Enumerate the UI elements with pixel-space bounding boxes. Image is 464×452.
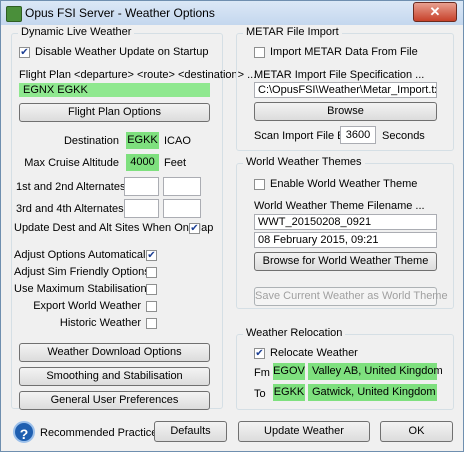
destination-label: Destination	[63, 135, 119, 147]
weather-relocation-title: Weather Relocation	[243, 327, 346, 339]
metar-file-import-group: METAR File Import Import METAR Data From…	[236, 26, 454, 151]
disable-update-label: Disable Weather Update on Startup	[35, 46, 209, 58]
theme-date-field: 08 February 2015, 09:21	[254, 232, 437, 248]
relocate-to-name: Gatwick, United Kingdom	[308, 384, 437, 401]
relocate-from-label: Fm	[254, 367, 270, 379]
alternate-2-input[interactable]	[163, 177, 201, 196]
relocate-from-name: Valley AB, United Kingdom	[308, 363, 443, 380]
smoothing-stabilisation-button[interactable]: Smoothing and Stabilisation	[19, 367, 210, 386]
max-cruise-label: Max Cruise Altitude	[24, 157, 119, 169]
ok-button[interactable]: OK	[380, 421, 453, 442]
alternate-4-input[interactable]	[163, 199, 201, 218]
max-cruise-unit: Feet	[164, 157, 187, 169]
enable-theme-label: Enable World Weather Theme	[270, 178, 418, 190]
metar-browse-button[interactable]: Browse	[254, 102, 437, 121]
weather-download-options-button[interactable]: Weather Download Options	[19, 343, 210, 362]
max-stabilisation-checkbox[interactable]	[146, 284, 157, 295]
theme-filename-input[interactable]: WWT_20150208_0921	[254, 214, 437, 230]
scan-interval-unit: Seconds	[382, 130, 425, 142]
destination-unit: ICAO	[164, 135, 191, 147]
world-weather-themes-group: World Weather Themes Enable World Weathe…	[236, 156, 454, 309]
option-label: Adjust Options Automatically	[14, 249, 154, 261]
general-user-preferences-button[interactable]: General User Preferences	[19, 391, 210, 410]
enable-theme-checkbox[interactable]	[254, 179, 265, 190]
recommended-practices-link[interactable]: Recommended Practices	[40, 427, 163, 439]
metar-spec-input[interactable]: C:\OpusFSI\Weather\Metar_Import.txt	[254, 82, 437, 98]
dynamic-live-weather-title: Dynamic Live Weather	[18, 26, 135, 38]
relocate-from-icao[interactable]: EGOV	[273, 363, 305, 380]
save-theme-button[interactable]: Save Current Weather as World Theme	[254, 287, 448, 306]
dynamic-live-weather-group: Dynamic Live Weather ✔ Disable Weather U…	[11, 26, 256, 410]
metar-spec-caption: METAR Import File Specification ...	[254, 69, 425, 81]
option-label: Adjust Sim Friendly Options	[14, 266, 150, 278]
defaults-button[interactable]: Defaults	[154, 421, 227, 442]
sim-friendly-checkbox[interactable]	[146, 267, 157, 278]
adjust-automatically-checkbox[interactable]: ✔	[146, 250, 157, 261]
client-area: Dynamic Live Weather ✔ Disable Weather U…	[5, 25, 459, 445]
alternates-12-label: 1st and 2nd Alternates	[16, 181, 126, 193]
import-metar-checkbox[interactable]	[254, 47, 265, 58]
metar-file-import-title: METAR File Import	[243, 26, 342, 38]
relocate-to-icao[interactable]: EGKK	[273, 384, 305, 401]
scan-interval-input[interactable]: 3600	[340, 126, 376, 144]
alternate-1-input[interactable]	[124, 177, 159, 196]
destination-field[interactable]: EGKK	[126, 132, 159, 149]
browse-theme-button[interactable]: Browse for World Weather Theme	[254, 252, 437, 271]
close-button[interactable]: ✕	[413, 2, 457, 22]
export-world-weather-checkbox[interactable]	[146, 301, 157, 312]
disable-update-checkbox[interactable]: ✔	[19, 47, 30, 58]
option-label: Historic Weather	[59, 317, 141, 329]
update-sites-checkbox[interactable]: ✔	[189, 223, 200, 234]
max-cruise-field[interactable]: 4000	[126, 154, 159, 171]
alternate-3-input[interactable]	[124, 199, 159, 218]
flight-plan-caption: Flight Plan <departure> <route> <destina…	[19, 69, 257, 81]
flight-plan-input[interactable]: EGNX EGKK	[19, 83, 210, 97]
title-bar[interactable]: Opus FSI Server - Weather Options ✕	[1, 1, 463, 25]
app-icon	[6, 6, 22, 22]
relocate-weather-label: Relocate Weather	[270, 347, 358, 359]
window-title: Opus FSI Server - Weather Options	[25, 6, 215, 20]
weather-options-window: Opus FSI Server - Weather Options ✕ Dyna…	[0, 0, 464, 452]
update-weather-button[interactable]: Update Weather	[238, 421, 370, 442]
option-label: Use Maximum Stabilisation	[14, 283, 147, 295]
theme-filename-caption: World Weather Theme Filename ...	[254, 200, 425, 212]
option-label: Export World Weather	[33, 300, 141, 312]
historic-weather-checkbox[interactable]	[146, 318, 157, 329]
flight-plan-options-button[interactable]: Flight Plan Options	[19, 103, 210, 122]
alternates-34-label: 3rd and 4th Alternates	[16, 203, 124, 215]
update-sites-label: Update Dest and Alt Sites When On Map	[14, 222, 214, 234]
import-metar-label: Import METAR Data From File	[270, 46, 418, 58]
help-icon[interactable]: ?	[13, 421, 35, 443]
relocate-weather-checkbox[interactable]: ✔	[254, 348, 265, 359]
world-weather-themes-title: World Weather Themes	[243, 156, 365, 168]
relocate-to-label: To	[254, 388, 266, 400]
weather-relocation-group: Weather Relocation ✔ Relocate Weather Fm…	[236, 327, 454, 410]
